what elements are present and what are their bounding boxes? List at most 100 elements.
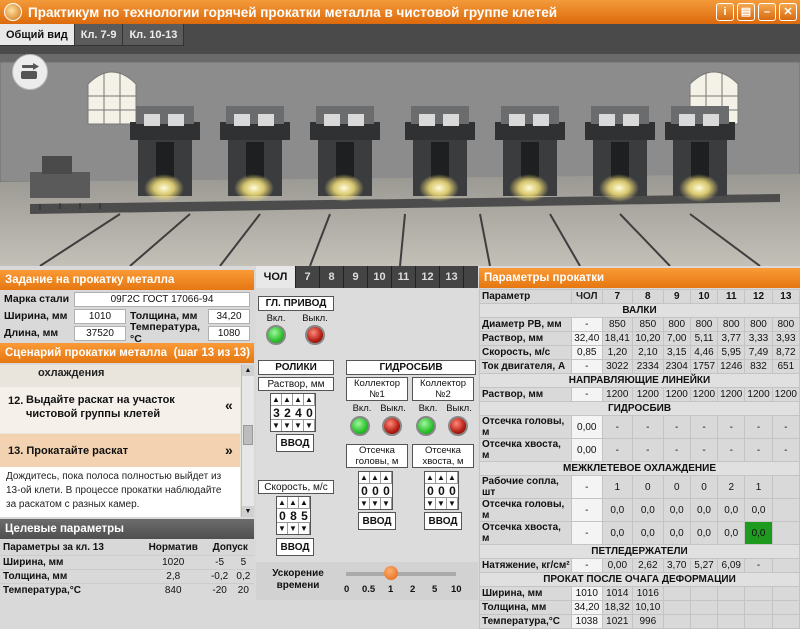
params-cell: Ширина, мм xyxy=(479,586,572,601)
main-drive-on-button[interactable] xyxy=(266,325,286,345)
table-row: Рабочие сопла, шт -1 0 0 0 2 1 xyxy=(479,475,800,499)
down-arrow-icon[interactable]: ▼ xyxy=(359,498,370,509)
cut-tail-enter-button[interactable]: ВВОД xyxy=(424,512,462,530)
rollers-title: РОЛИКИ xyxy=(258,360,334,375)
down-arrow-icon[interactable]: ▼ xyxy=(425,498,436,509)
speed-digit: 5 xyxy=(301,508,308,523)
down-arrow-icon[interactable]: ▼ xyxy=(282,420,293,431)
scroll-down-icon[interactable]: ▼ xyxy=(242,506,254,517)
section-row: МЕЖКЛЕТЕВОЕ ОХЛАЖДЕНИЕ xyxy=(479,461,800,476)
tab-stand-9[interactable]: 9 xyxy=(344,266,368,288)
title-bar: Практикум по технологии горячей прокатки… xyxy=(0,0,800,24)
info-icon[interactable]: i xyxy=(716,3,734,21)
down-arrow-icon[interactable]: ▼ xyxy=(299,523,310,534)
down-arrow-icon[interactable]: ▼ xyxy=(370,498,381,509)
down-arrow-icon[interactable]: ▼ xyxy=(436,498,447,509)
params-cell: 7,00 xyxy=(662,331,691,346)
down-arrow-icon[interactable]: ▼ xyxy=(381,498,392,509)
params-cell: 996 xyxy=(632,614,664,629)
tab-stand-10[interactable]: 10 xyxy=(368,266,392,288)
target-col-tolerance: Допуск xyxy=(206,541,254,555)
params-cell: - xyxy=(632,438,664,462)
down-arrow-icon[interactable]: ▼ xyxy=(304,420,315,431)
collector-2-on-button[interactable] xyxy=(416,416,436,436)
step-12-text: Выдайте раскат на участок чистовой групп… xyxy=(26,394,175,420)
scroll-thumb[interactable] xyxy=(243,425,253,445)
params-header-cell: ЧОЛ xyxy=(571,289,603,304)
up-arrow-icon[interactable]: ▲ xyxy=(359,472,370,483)
up-arrow-icon[interactable]: ▲ xyxy=(447,472,458,483)
scenario-scrollbar[interactable]: ▲ ▼ xyxy=(241,365,254,517)
cut-head-enter-button[interactable]: ВВОД xyxy=(358,512,396,530)
params-cell: 0,85 xyxy=(571,345,603,360)
up-arrow-icon[interactable]: ▲ xyxy=(293,394,304,405)
tab-stand-12[interactable]: 12 xyxy=(416,266,440,288)
tab-stand-8[interactable]: 8 xyxy=(320,266,344,288)
gap-label: Раствор, мм xyxy=(258,377,334,391)
tab-chol[interactable]: ЧОЛ xyxy=(256,266,296,288)
target-col-norm: Норматив xyxy=(140,541,207,555)
tab-stand-11[interactable]: 11 xyxy=(392,266,416,288)
down-arrow-icon[interactable]: ▼ xyxy=(277,523,288,534)
tab-overview[interactable]: Общий вид xyxy=(0,24,75,46)
up-arrow-icon[interactable]: ▲ xyxy=(370,472,381,483)
cut-head-stepper[interactable]: ▲ ▲ ▲ 000 ▼ ▼ ▼ xyxy=(358,471,393,510)
step-13-expand-icon[interactable]: » xyxy=(225,442,233,458)
up-arrow-icon[interactable]: ▲ xyxy=(425,472,436,483)
collector-1-on-button[interactable] xyxy=(350,416,370,436)
table-row: Ток двигателя, А -3022 2334 2304 1757 1246 832… xyxy=(479,359,800,374)
scenario-step-13[interactable]: 13. Прокатайте раскат » xyxy=(0,434,240,467)
params-cell: - xyxy=(662,438,691,462)
up-arrow-icon[interactable]: ▲ xyxy=(271,394,282,405)
width-value: 1010 xyxy=(74,308,126,324)
down-arrow-icon[interactable]: ▼ xyxy=(288,523,299,534)
tab-stands-10-13[interactable]: Кл. 10-13 xyxy=(123,24,185,46)
time-slider-track[interactable] xyxy=(346,572,456,576)
collector-2-off-button[interactable] xyxy=(448,416,468,436)
params-cell: 5,11 xyxy=(689,331,719,346)
scenario-step-12[interactable]: 12. Выдайте раскат на участок чистовой г… xyxy=(0,387,240,433)
params-cell: 1038 xyxy=(571,614,603,629)
tab-stand-13[interactable]: 13 xyxy=(440,266,464,288)
up-arrow-icon[interactable]: ▲ xyxy=(277,497,288,508)
down-arrow-icon[interactable]: ▼ xyxy=(447,498,458,509)
time-slider-knob[interactable] xyxy=(384,566,398,580)
down-arrow-icon[interactable]: ▼ xyxy=(293,420,304,431)
collector-1-off-button[interactable] xyxy=(382,416,402,436)
close-button[interactable]: ✕ xyxy=(779,3,797,21)
target-cell: 2,8 xyxy=(140,568,207,583)
up-arrow-icon[interactable]: ▲ xyxy=(436,472,447,483)
collector-1-on-label: Вкл. xyxy=(352,403,372,414)
notes-icon[interactable]: ▤ xyxy=(737,3,755,21)
up-arrow-icon[interactable]: ▲ xyxy=(304,394,315,405)
main-drive-off-button[interactable] xyxy=(305,325,325,345)
params-cell: 800 xyxy=(744,317,773,332)
gap-enter-button[interactable]: ВВОД xyxy=(276,434,314,452)
tab-stands-7-9[interactable]: Кл. 7-9 xyxy=(74,24,124,46)
cut-tail-stepper[interactable]: ▲ ▲ ▲ 000 ▼ ▼ ▼ xyxy=(424,471,459,510)
down-arrow-icon[interactable]: ▼ xyxy=(271,420,282,431)
params-cell: 1014 xyxy=(601,586,634,601)
mill-3d-view[interactable] xyxy=(0,24,800,266)
scroll-up-icon[interactable]: ▲ xyxy=(242,365,254,376)
params-cell: 651 xyxy=(771,359,800,374)
up-arrow-icon[interactable]: ▲ xyxy=(288,497,299,508)
params-cell: - xyxy=(571,475,603,499)
step-12-collapse-icon[interactable]: « xyxy=(225,397,233,413)
params-cell: - xyxy=(571,498,603,522)
params-cell: - xyxy=(717,415,746,439)
minimize-button[interactable]: – xyxy=(758,3,776,21)
target-cell: -0,2 xyxy=(206,568,233,583)
tab-stand-7[interactable]: 7 xyxy=(296,266,320,288)
rolling-params-table: Параметр ЧОЛ 7 8 9 10 11 12 13 ВАЛКИ Диаметр РВ, м… xyxy=(479,289,800,629)
up-arrow-icon[interactable]: ▲ xyxy=(381,472,392,483)
up-arrow-icon[interactable]: ▲ xyxy=(282,394,293,405)
camera-hand-button[interactable] xyxy=(12,54,48,90)
cut-head-digit: 0 xyxy=(383,483,390,498)
speed-digit: 8 xyxy=(290,508,297,523)
speed-enter-button[interactable]: ВВОД xyxy=(276,538,314,556)
speed-stepper[interactable]: ▲ ▲ ▲ 085 ▼ ▼ ▼ xyxy=(276,496,311,535)
section-row: НАПРАВЛЯЮЩИЕ ЛИНЕЙКИ xyxy=(479,373,800,388)
up-arrow-icon[interactable]: ▲ xyxy=(299,497,310,508)
gap-stepper[interactable]: ▲ ▲ ▲ ▲ 3240 ▼ ▼ ▼ ▼ xyxy=(270,393,316,432)
